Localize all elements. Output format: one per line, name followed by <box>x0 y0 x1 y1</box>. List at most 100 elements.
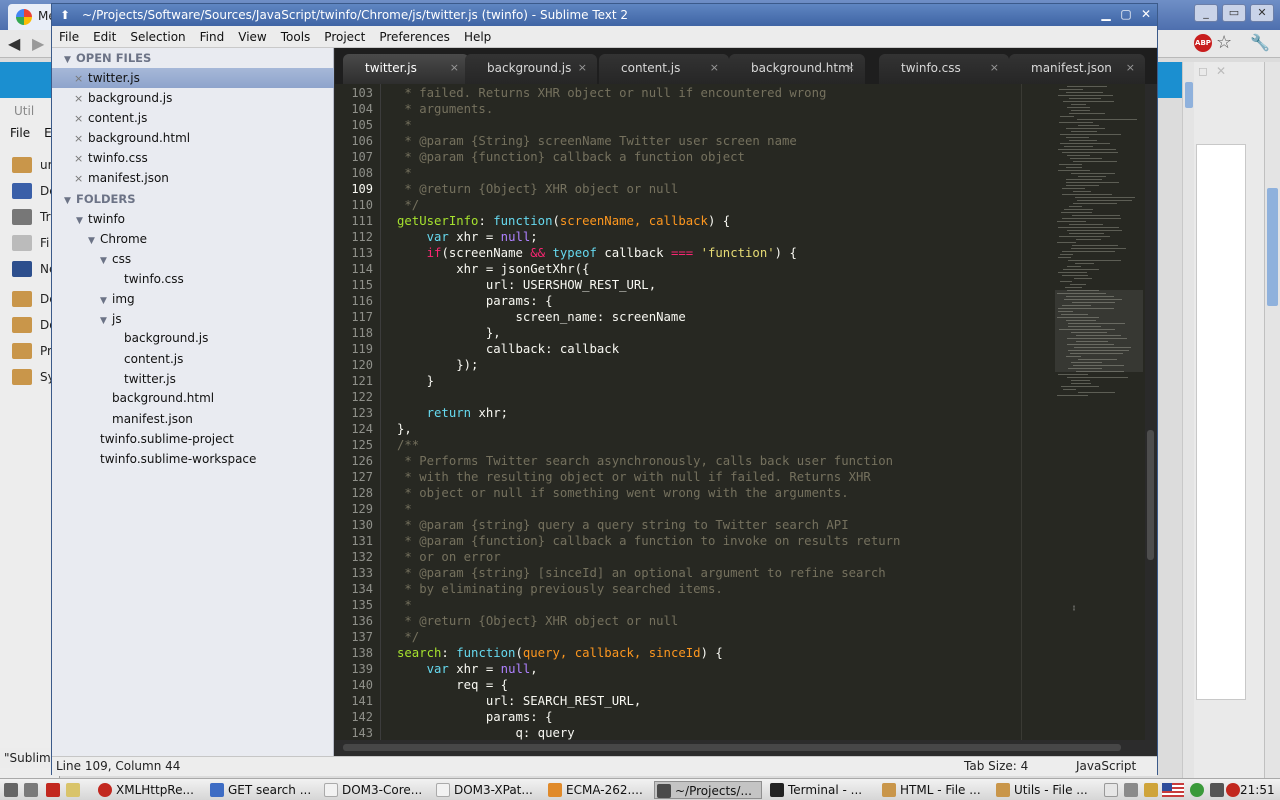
back-arrow-icon[interactable]: ◀ <box>8 34 20 53</box>
tray-icon[interactable] <box>1104 783 1118 797</box>
close-icon[interactable]: ✕ <box>1216 64 1234 78</box>
taskbar-item[interactable]: ECMA-262.... <box>546 781 650 799</box>
open-files-header[interactable]: ▼ OPEN FILES <box>64 48 151 68</box>
minimap[interactable] <box>1055 84 1143 740</box>
folders-header[interactable]: ▼ FOLDERS <box>64 189 136 209</box>
maximize-icon[interactable]: ▢ <box>1119 6 1133 22</box>
minimize-icon[interactable]: ▁ <box>1099 6 1113 22</box>
volume-tray-icon[interactable] <box>1210 783 1224 797</box>
close-icon[interactable]: × <box>1126 61 1135 74</box>
tree-folder-chrome[interactable]: ▼ Chrome <box>88 229 147 249</box>
close-icon[interactable]: ✕ <box>1250 4 1274 22</box>
close-icon[interactable]: × <box>74 89 88 109</box>
taskbar-item[interactable]: GET search ... <box>208 781 318 799</box>
close-icon[interactable]: × <box>74 129 88 149</box>
restore-icon[interactable]: ◻ <box>1198 64 1216 78</box>
menu-tools[interactable]: Tools <box>281 30 311 44</box>
background-scrollbar[interactable] <box>1182 62 1194 778</box>
tree-folder-css[interactable]: ▼ css <box>100 249 131 269</box>
tray-icon[interactable] <box>1124 783 1138 797</box>
open-file-item[interactable]: × manifest.json <box>74 168 169 188</box>
open-file-item[interactable]: × content.js <box>74 108 147 128</box>
show-desktop-icon[interactable] <box>4 783 18 797</box>
open-file-item[interactable]: × twinfo.css <box>74 148 148 168</box>
menu-file[interactable]: File <box>59 30 79 44</box>
editor-vertical-scrollbar[interactable] <box>1145 84 1157 740</box>
close-icon[interactable]: × <box>74 109 88 129</box>
tab-content-js[interactable]: content.js × <box>599 54 729 84</box>
opera-launcher-icon[interactable] <box>46 783 60 797</box>
close-icon[interactable]: × <box>450 61 459 74</box>
tree-folder-img[interactable]: ▼ img <box>100 289 135 309</box>
tree-folder-twinfo[interactable]: ▼ twinfo <box>76 209 125 229</box>
close-icon[interactable]: × <box>74 69 88 89</box>
taskbar-item-active[interactable]: ~/Projects/... <box>654 781 762 799</box>
tree-file[interactable]: twinfo.css <box>124 269 184 289</box>
open-file-item[interactable]: × twitter.js <box>74 68 140 88</box>
keyboard-layout-flag-icon[interactable] <box>1162 783 1184 797</box>
editor-horizontal-scrollbar[interactable] <box>335 740 1157 756</box>
close-icon[interactable]: × <box>578 61 587 74</box>
network-tray-icon[interactable] <box>1190 783 1204 797</box>
background-scroll-thumb[interactable] <box>1185 82 1193 108</box>
syntax-selector[interactable]: JavaScript <box>1076 757 1136 776</box>
minimap-line <box>1072 215 1120 216</box>
minimize-icon[interactable]: _ <box>1194 4 1218 22</box>
editor-launcher-icon[interactable] <box>66 783 80 797</box>
tree-file[interactable]: content.js <box>124 349 183 369</box>
forward-arrow-icon[interactable]: ▶ <box>32 34 44 53</box>
close-icon[interactable]: × <box>74 169 88 189</box>
tray-icon[interactable] <box>1144 783 1158 797</box>
file-manager-menu-file[interactable]: File <box>10 126 30 140</box>
background-page-scrollbar[interactable] <box>1264 62 1280 778</box>
menu-find[interactable]: Find <box>200 30 225 44</box>
taskbar-item[interactable]: Utils - File ... <box>994 781 1100 799</box>
taskbar-item[interactable]: DOM3-Core... <box>322 781 432 799</box>
launcher-icon[interactable] <box>24 783 38 797</box>
editor-hscroll-thumb[interactable] <box>343 744 1121 751</box>
tab-background-html[interactable]: background.html × <box>729 54 865 84</box>
tree-file[interactable]: twinfo.sublime-project <box>100 429 234 449</box>
bookmark-star-icon[interactable]: ☆ <box>1216 32 1232 53</box>
taskbar-item[interactable]: HTML - File ... <box>880 781 990 799</box>
menu-preferences[interactable]: Preferences <box>379 30 450 44</box>
menu-project[interactable]: Project <box>324 30 365 44</box>
open-file-item[interactable]: × background.html <box>74 128 190 148</box>
tab-background-js[interactable]: background.js × <box>465 54 597 84</box>
close-icon[interactable]: × <box>710 61 719 74</box>
tab-twitter-js[interactable]: twitter.js × <box>343 54 469 84</box>
tree-file[interactable]: background.html <box>112 388 214 408</box>
tab-manifest-json[interactable]: manifest.json × <box>1009 54 1145 84</box>
menu-help[interactable]: Help <box>464 30 491 44</box>
close-icon[interactable]: × <box>990 61 999 74</box>
close-icon[interactable]: × <box>74 149 88 169</box>
tree-file[interactable]: background.js <box>124 328 208 348</box>
minimap-viewport[interactable] <box>1055 290 1143 372</box>
code-editor[interactable]: 103 104 105 106 107 108 109 110 111 112 113 114 115 1… <box>335 84 1157 740</box>
taskbar-item[interactable]: DOM3-XPat... <box>434 781 544 799</box>
close-icon[interactable]: ✕ <box>1139 6 1153 22</box>
editor-scroll-thumb[interactable] <box>1147 430 1154 560</box>
taskbar-item[interactable]: Terminal - ... <box>768 781 876 799</box>
tree-file[interactable]: twinfo.sublime-workspace <box>100 449 256 469</box>
restore-icon[interactable]: ▭ <box>1222 4 1246 22</box>
tab-size-selector[interactable]: Tab Size: 4 <box>964 757 1028 776</box>
desktop-icon <box>12 183 32 199</box>
clock[interactable]: 21:51 <box>1240 781 1275 799</box>
window-menu-arrow-icon[interactable]: ⬆ <box>60 4 70 26</box>
tree-file[interactable]: twitter.js <box>124 369 176 389</box>
open-file-item[interactable]: × background.js <box>74 88 172 108</box>
taskbar-item[interactable]: XMLHttpRe... <box>96 781 202 799</box>
menu-view[interactable]: View <box>238 30 266 44</box>
wrench-icon[interactable]: 🔧 <box>1250 33 1270 52</box>
menu-selection[interactable]: Selection <box>130 30 185 44</box>
code-line: search: function(query, callback, sinceI… <box>397 646 723 660</box>
close-icon[interactable]: × <box>846 61 855 74</box>
tree-file[interactable]: manifest.json <box>112 409 193 429</box>
background-page-scroll-thumb[interactable] <box>1267 188 1278 306</box>
opera-tray-icon[interactable] <box>1226 783 1240 797</box>
tab-twinfo-css[interactable]: twinfo.css × <box>879 54 1009 84</box>
tree-folder-js[interactable]: ▼ js <box>100 309 122 329</box>
adblock-icon[interactable]: ABP <box>1194 34 1212 52</box>
menu-edit[interactable]: Edit <box>93 30 116 44</box>
